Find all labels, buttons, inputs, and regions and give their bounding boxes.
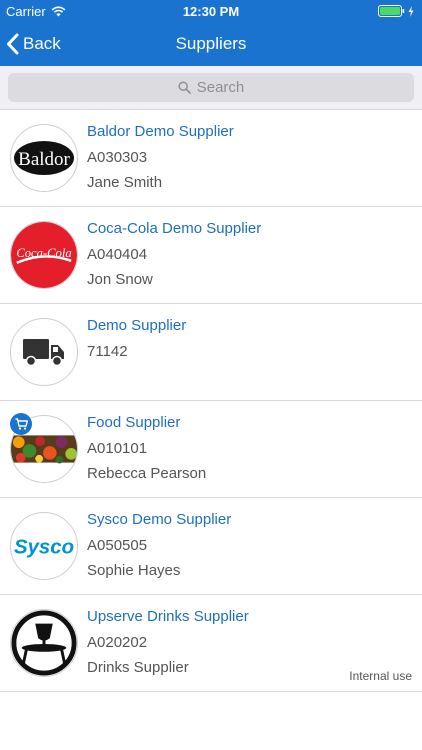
page-title: Suppliers (175, 34, 247, 53)
supplier-name: Demo Supplier (87, 317, 187, 334)
supplier-name: Baldor Demo Supplier (87, 123, 234, 140)
cart-badge (10, 413, 32, 435)
supplier-contact: Jane Smith (87, 174, 163, 191)
navigation-bar: Back Suppliers (0, 22, 422, 66)
supplier-code: 71142 (87, 343, 128, 360)
supplier-code: A010101 (87, 440, 148, 457)
baldor-logo-text: Baldor (18, 149, 70, 170)
sysco-logo: Sysco (10, 512, 78, 580)
supplier-code: A030303 (87, 149, 148, 166)
internal-use-label: Internal use (349, 669, 412, 683)
coca-cola-logo: Coca-Cola (10, 221, 78, 289)
drinks-logo (10, 609, 78, 677)
baldor-logo: Baldor (10, 124, 78, 192)
supplier-list: Baldor Baldor Demo Supplier A030303 Jane… (0, 110, 422, 692)
status-time: 12:30 PM (182, 4, 240, 19)
sysco-logo-text: Sysco (14, 537, 74, 559)
supplier-code: A040404 (87, 246, 148, 263)
search-placeholder: Search (196, 79, 245, 96)
status-bar: Carrier 12:30 PM (0, 0, 422, 22)
search-icon (178, 81, 191, 94)
chevron-left-icon (7, 33, 19, 55)
supplier-row[interactable]: Coca-Cola Coca-Cola Demo Supplier A04040… (0, 207, 422, 304)
supplier-name: Sysco Demo Supplier (87, 511, 232, 528)
supplier-row[interactable]: Sysco Sysco Demo Supplier A050505 Sophie… (0, 498, 422, 595)
supplier-row[interactable]: Demo Supplier 71142 (0, 304, 422, 401)
back-button[interactable]: Back (6, 30, 61, 58)
supplier-contact: Sophie Hayes (87, 562, 181, 579)
truck-logo (10, 318, 78, 386)
coca-cola-logo-text: Coca-Cola (16, 246, 71, 260)
supplier-row[interactable]: Food Supplier A010101 Rebecca Pearson (0, 401, 422, 498)
supplier-name: Coca-Cola Demo Supplier (87, 220, 262, 237)
search-input[interactable]: Search (8, 73, 414, 102)
battery-indicator (378, 5, 414, 17)
back-label: Back (23, 34, 61, 53)
supplier-contact: Drinks Supplier (87, 659, 189, 676)
search-bar: Search (0, 66, 422, 110)
supplier-name: Upserve Drinks Supplier (87, 608, 249, 625)
supplier-code: A020202 (87, 634, 148, 651)
cart-icon (15, 418, 28, 430)
supplier-contact: Rebecca Pearson (87, 465, 207, 482)
bolt-icon (408, 5, 414, 17)
supplier-name: Food Supplier (87, 414, 181, 431)
supplier-row[interactable]: Baldor Baldor Demo Supplier A030303 Jane… (0, 110, 422, 207)
truck-icon (23, 339, 64, 367)
glass-icon (35, 623, 53, 641)
battery-icon (378, 5, 405, 17)
supplier-contact: Jon Snow (87, 271, 153, 288)
supplier-row[interactable]: Upserve Drinks Supplier A020202 Drinks S… (0, 595, 422, 692)
supplier-code: A050505 (87, 537, 148, 554)
